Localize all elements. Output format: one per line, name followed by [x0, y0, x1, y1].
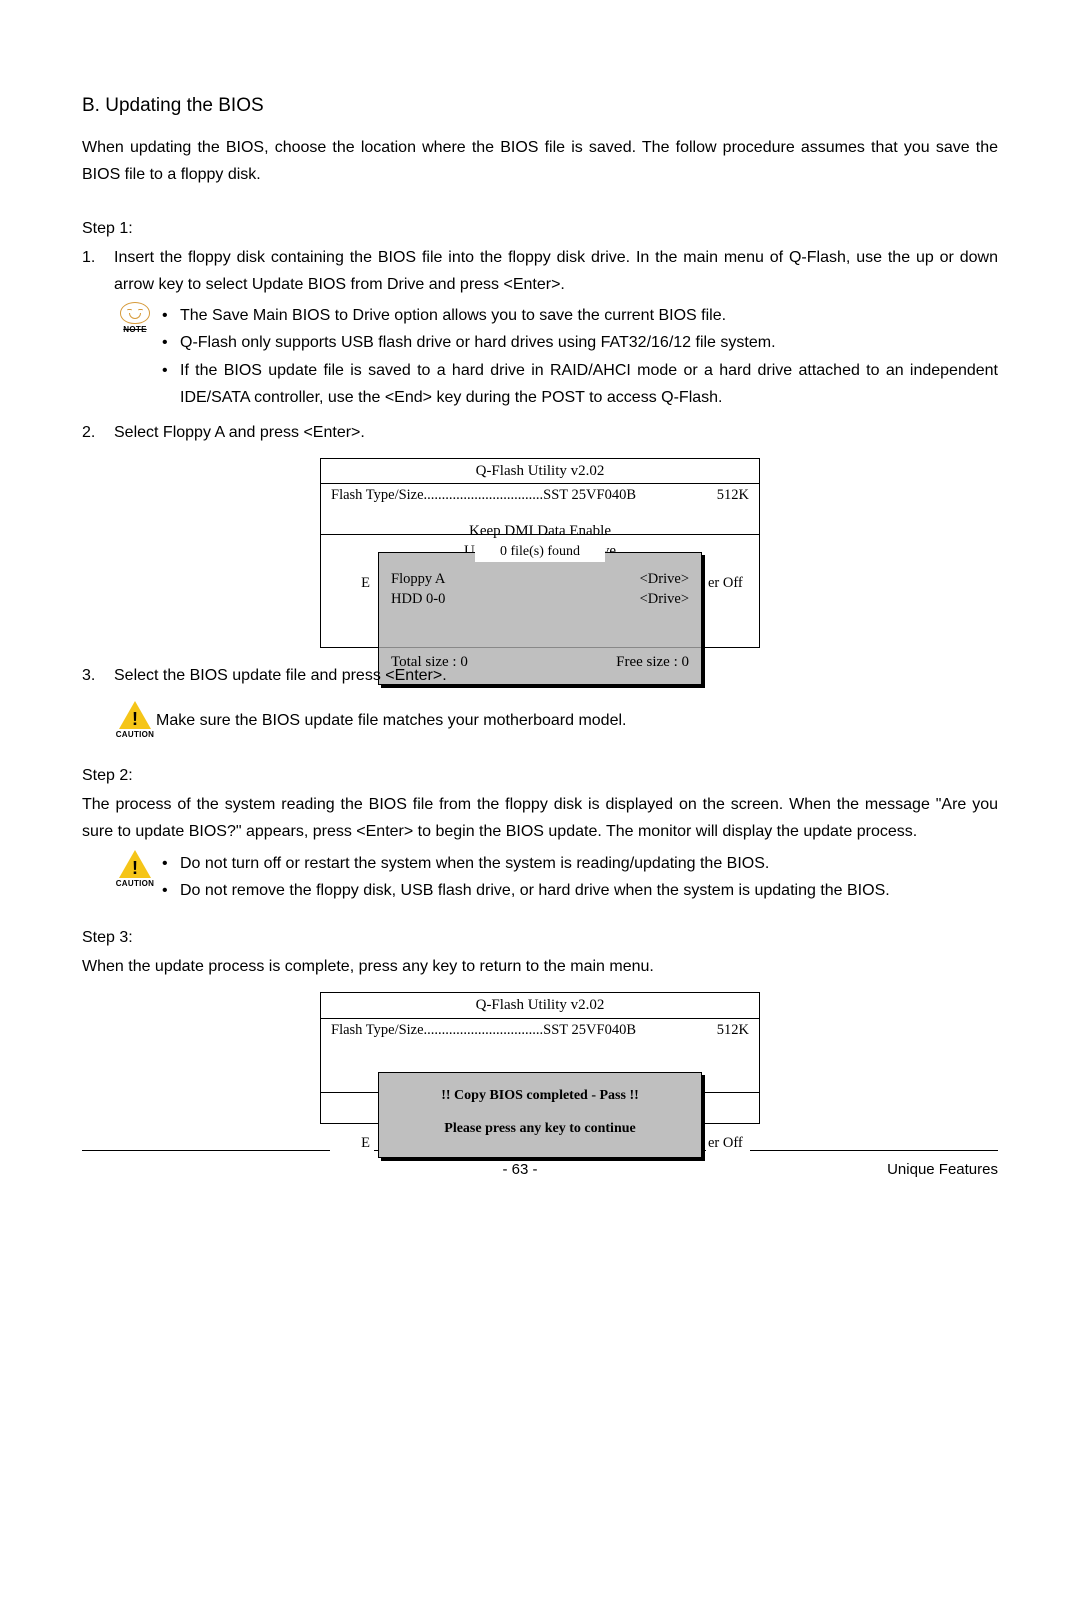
behind-text-right: er Off	[706, 574, 750, 594]
caution-icon: ! CAUTION	[114, 850, 156, 889]
flash-type-label: Flash Type/Size.........................…	[331, 1021, 636, 1041]
note-bullet-list: The Save Main BIOS to Drive option allow…	[156, 302, 998, 411]
step2-paragraph: The process of the system reading the BI…	[82, 791, 998, 845]
drive-row: Floppy A <Drive>	[391, 570, 689, 590]
step2-label: Step 2:	[82, 762, 998, 789]
qflash-title: Q-Flash Utility v2.02	[321, 459, 759, 483]
qflash-title: Q-Flash Utility v2.02	[321, 993, 759, 1017]
note-block: NOTE The Save Main BIOS to Drive option …	[82, 302, 998, 411]
dmi-line: Keep DMI Data Enable	[321, 521, 759, 541]
step1-item3: 3. Select the BIOS update file and press…	[82, 662, 998, 689]
message-popup: !! Copy BIOS completed - Pass !! Please …	[378, 1072, 702, 1158]
note-bullet: If the BIOS update file is saved to a ha…	[162, 357, 998, 411]
ui-term: Update BIOS from Drive	[252, 276, 425, 293]
section-heading: B. Updating the BIOS	[82, 90, 998, 122]
list-number: 3.	[82, 662, 95, 689]
list-number: 2.	[82, 419, 95, 446]
caution-block-1: ! CAUTION Make sure the BIOS update file…	[114, 701, 998, 740]
popup-caption: 0 file(s) found	[475, 543, 605, 562]
step1-item1: 1. Insert the floppy disk containing the…	[82, 244, 998, 298]
text: and press <Enter>.	[424, 276, 565, 293]
step3-paragraph: When the update process is complete, pre…	[82, 953, 998, 980]
caution-block-2: ! CAUTION Do not turn off or restart the…	[82, 850, 998, 904]
drive-row: HDD 0-0 <Drive>	[391, 590, 689, 610]
behind-text-left: E	[330, 574, 374, 594]
msg-line-2: Please press any key to continue	[379, 1120, 701, 1139]
caution-bullet: Do not remove the floppy disk, USB flash…	[162, 877, 998, 904]
caution-icon: ! CAUTION	[114, 701, 156, 740]
flash-type-label: Flash Type/Size.........................…	[331, 486, 636, 506]
msg-line-1: !! Copy BIOS completed - Pass !!	[379, 1087, 701, 1106]
step1-label: Step 1:	[82, 215, 998, 242]
note-icon: NOTE	[114, 302, 156, 335]
step3-label: Step 3:	[82, 924, 998, 951]
list-number: 1.	[82, 244, 95, 271]
behind-text-left: E	[330, 1134, 374, 1154]
flash-size: 512K	[717, 486, 749, 506]
note-bullet: Q-Flash only supports USB flash drive or…	[162, 329, 998, 356]
footer-section: Unique Features	[838, 1157, 998, 1183]
caution-bullet-list: Do not turn off or restart the system wh…	[156, 850, 998, 904]
flash-size: 512K	[717, 1021, 749, 1041]
qflash-diagram-2: Q-Flash Utility v2.02 Flash Type/Size...…	[320, 992, 760, 1124]
step1-item2: 2. Select Floppy A and press <Enter>.	[82, 419, 998, 446]
intro-paragraph: When updating the BIOS, choose the locat…	[82, 134, 998, 188]
note-bullet: The Save Main BIOS to Drive option allow…	[162, 302, 998, 329]
caution-text: Make sure the BIOS update file matches y…	[156, 701, 626, 734]
note-label: NOTE	[114, 326, 156, 335]
page-number: - 63 -	[202, 1157, 838, 1183]
caution-bullet: Do not turn off or restart the system wh…	[162, 850, 998, 877]
qflash-diagram-1: Q-Flash Utility v2.02 Flash Type/Size...…	[320, 458, 760, 648]
behind-text-right: er Off	[706, 1134, 750, 1154]
